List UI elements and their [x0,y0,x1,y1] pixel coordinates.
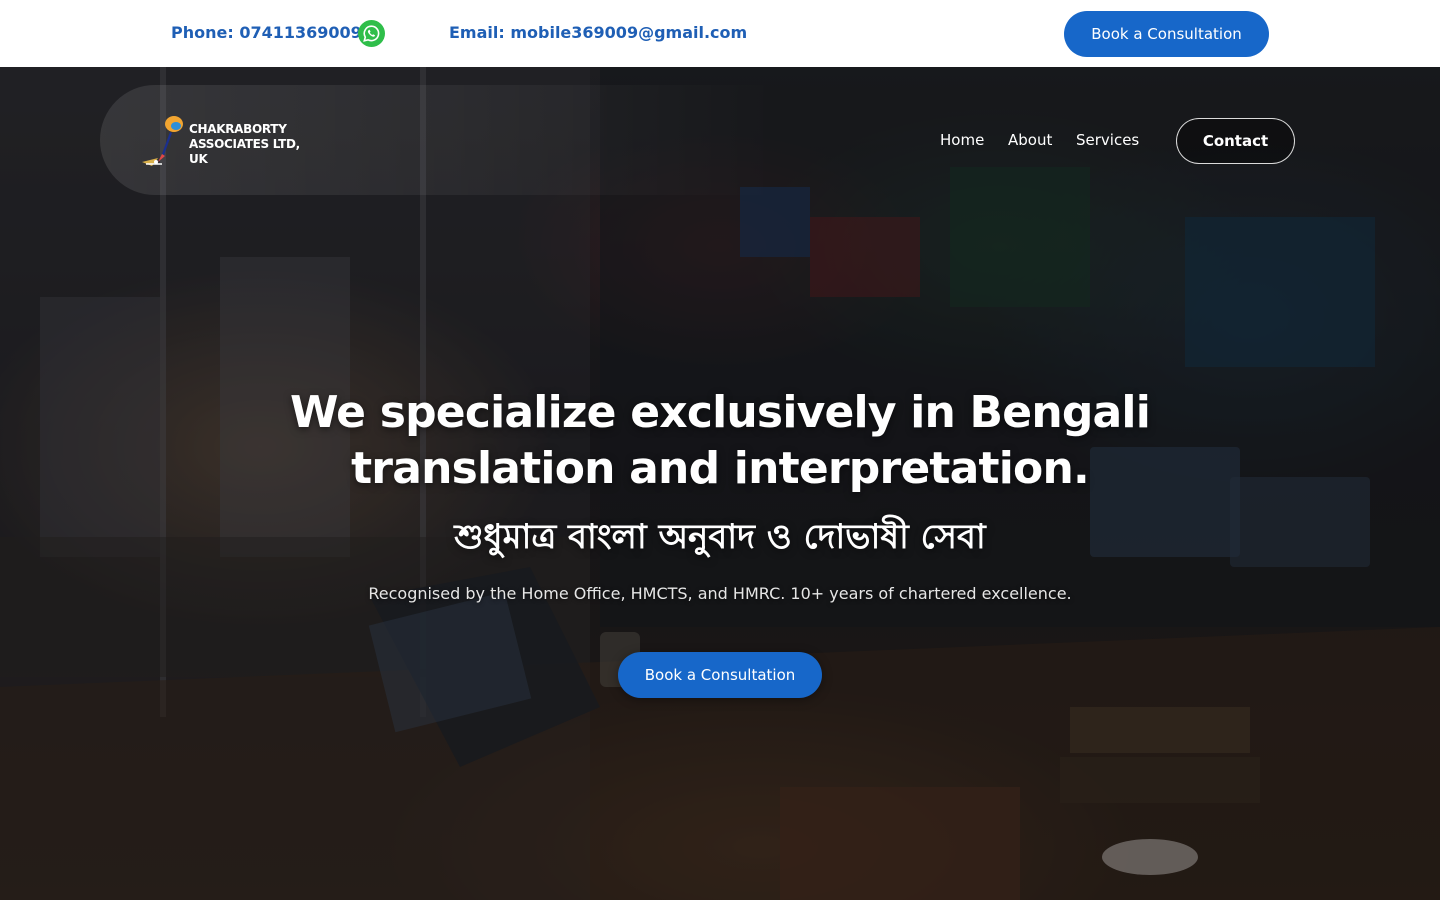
top-contact-bar: Phone: 07411369009 Email: mobile369009@g… [0,0,1440,67]
phone-link[interactable]: Phone: 07411369009 [171,23,362,42]
nav-home[interactable]: Home [940,131,984,149]
whatsapp-icon[interactable] [358,20,385,47]
email-link[interactable]: Email: mobile369009@gmail.com [449,23,747,42]
brand-name: CHAKRABORTY ASSOCIATES LTD, UK [189,122,300,166]
book-consultation-hero-button[interactable]: Book a Consultation [618,652,822,698]
logo-mark [142,116,183,166]
contact-button[interactable]: Contact [1176,118,1295,164]
brand-logo[interactable]: CHAKRABORTY ASSOCIATES LTD, UK [140,114,300,170]
book-consultation-top-button[interactable]: Book a Consultation [1064,11,1269,57]
hero-bengali-tagline: শুধুমাত্র বাংলা অনুবাদ ও দোভাষী সেবা [454,517,986,557]
nav-about[interactable]: About [1008,131,1052,149]
hero-section: CHAKRABORTY ASSOCIATES LTD, UK Home Abou… [0,67,1440,900]
hero-subline: Recognised by the Home Office, HMCTS, an… [368,584,1072,603]
nav-services[interactable]: Services [1076,131,1139,149]
hero-headline: We specialize exclusively in Bengali tra… [289,387,1151,494]
